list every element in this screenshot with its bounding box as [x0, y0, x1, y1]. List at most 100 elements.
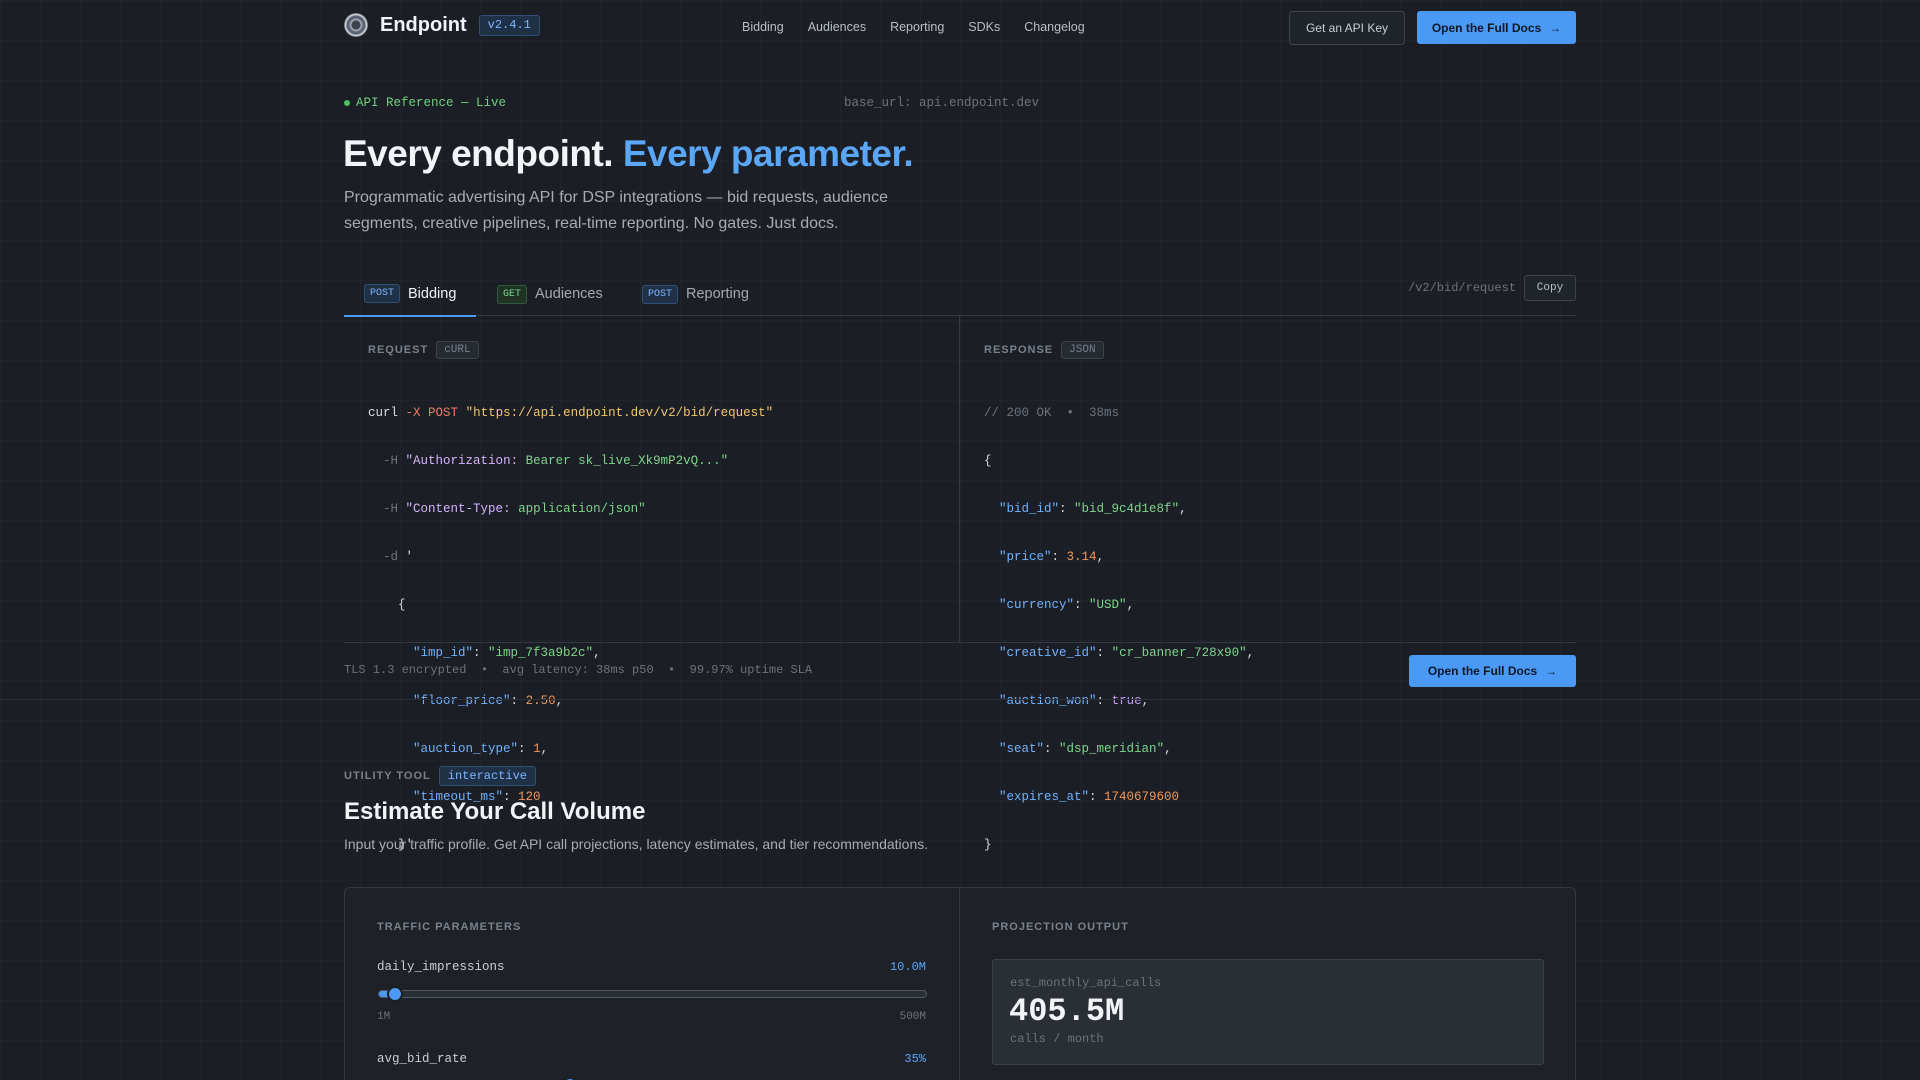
section-title: Estimate Your Call Volume: [344, 798, 646, 825]
code-line: {: [984, 449, 1254, 473]
projection-value: 405.5M: [1009, 993, 1125, 1030]
section-divider: [0, 699, 1920, 700]
json-value: 1: [533, 742, 541, 756]
code-token: "https://api.endpoint.dev/v2/bid/request…: [465, 406, 774, 420]
endpoint-path: /v2/bid/request: [1408, 281, 1517, 295]
projection-card: est_monthly_api_calls 405.5M calls / mon…: [992, 959, 1544, 1065]
code-line: "currency": "USD",: [999, 598, 1135, 612]
tab-bidding[interactable]: POST Bidding: [344, 272, 477, 317]
param-value: 10.0M: [889, 960, 926, 974]
call-volume-calculator: TRAFFIC PARAMETERS daily_impressions 10.…: [344, 887, 1576, 1080]
projection-unit: calls / month: [1010, 1032, 1104, 1046]
json-key: "auction_won": [999, 694, 1097, 708]
nav-link-bidding[interactable]: Bidding: [742, 20, 784, 34]
code-token: }: [984, 838, 992, 852]
response-status-comment: // 200 OK • 38ms: [984, 406, 1120, 420]
param-name: daily_impressions: [377, 960, 505, 974]
copy-button[interactable]: Copy: [1524, 275, 1576, 301]
top-nav: Endpoint v2.4.1 Bidding Audiences Report…: [0, 0, 1920, 56]
panel-bottom-divider: [344, 642, 1576, 643]
code-token: ,: [1096, 550, 1105, 564]
code-line: }: [984, 833, 1254, 857]
code-token: -H: [383, 502, 399, 516]
code-token: -d: [383, 550, 399, 564]
tab-reporting[interactable]: POST Reporting: [622, 272, 769, 316]
tab-label: Reporting: [686, 286, 749, 302]
nav-link-reporting[interactable]: Reporting: [890, 20, 944, 34]
brand-name: Endpoint: [380, 13, 467, 36]
tab-label: Bidding: [408, 285, 457, 302]
json-value: "cr_banner_728x90": [1111, 646, 1247, 660]
open-docs-label: Open the Full Docs: [1427, 664, 1538, 678]
json-key: "price": [999, 550, 1052, 564]
code-token: {: [398, 598, 406, 612]
code-line: -H "Authorization: Bearer sk_live_Xk9mP2…: [368, 449, 773, 473]
tab-label: Audiences: [535, 286, 603, 302]
security-info: TLS 1.3 encrypted • avg latency: 38ms p5…: [344, 663, 813, 677]
request-label: REQUEST cURL: [368, 341, 479, 359]
code-line: "auction_type": 1,: [413, 742, 549, 756]
json-key: "creative_id": [999, 646, 1097, 660]
json-value: 3.14: [1066, 550, 1097, 564]
json-value: "dsp_meridian": [1059, 742, 1165, 756]
get-api-key-button[interactable]: Get an API Key: [1289, 11, 1405, 45]
response-label-text: RESPONSE: [984, 344, 1054, 356]
slider-min-label: 1M: [377, 1011, 391, 1023]
code-line: -H "Content-Type: application/json": [368, 497, 773, 521]
request-label-text: REQUEST: [368, 344, 429, 356]
daily-impressions-slider[interactable]: [378, 986, 927, 1002]
version-badge: v2.4.1: [478, 14, 540, 36]
open-docs-button[interactable]: Open the Full Docs →: [1417, 11, 1576, 44]
slider-max-label: 500M: [899, 1011, 926, 1023]
arrow-right-icon: →: [1545, 664, 1558, 678]
nav-links: Bidding Audiences Reporting SDKs Changel…: [742, 20, 1085, 34]
code-token: ,: [593, 646, 601, 660]
nav-link-audiences[interactable]: Audiences: [808, 20, 866, 34]
interactive-tag: interactive: [438, 766, 536, 786]
json-key: "imp_id": [413, 646, 474, 660]
method-badge: POST: [364, 284, 401, 303]
code-token: ,: [1179, 502, 1187, 516]
code-line: "seat": "dsp_meridian",: [999, 742, 1172, 756]
code-line: "auction_won": true,: [999, 694, 1150, 708]
json-key: "currency": [999, 598, 1075, 612]
response-format-tag: JSON: [1061, 341, 1104, 359]
json-value: 2.50: [525, 694, 556, 708]
code-line: {: [368, 593, 773, 617]
logo-icon: [344, 13, 368, 37]
code-line: "floor_price": 2.50,: [413, 694, 564, 708]
response-code: // 200 OK • 38ms { "bid_id": "bid_9c4d1e…: [984, 377, 1254, 881]
code-token: ': [405, 550, 414, 564]
code-token: ,: [1164, 742, 1172, 756]
section-subtitle: Input your traffic profile. Get API call…: [344, 836, 929, 852]
output-heading: PROJECTION OUTPUT: [992, 921, 1129, 933]
json-key: "bid_id": [999, 502, 1060, 516]
utility-label-text: UTILITY TOOL: [344, 770, 431, 782]
code-line: curl -X POST "https://api.endpoint.dev/v…: [368, 401, 773, 425]
json-value: true: [1111, 694, 1142, 708]
response-label: RESPONSE JSON: [984, 341, 1104, 359]
code-token: "Authorization:: [405, 454, 519, 468]
projection-label: est_monthly_api_calls: [1010, 976, 1162, 990]
slider-thumb[interactable]: [387, 986, 404, 1002]
json-value: "bid_9c4d1e8f": [1074, 502, 1180, 516]
code-line: "creative_id": "cr_banner_728x90",: [999, 646, 1255, 660]
code-token: "Content-Type:: [405, 502, 511, 516]
base-url: base_url: api.endpoint.dev: [844, 96, 1040, 110]
open-docs-footer-button[interactable]: Open the Full Docs →: [1409, 655, 1576, 687]
brand[interactable]: Endpoint v2.4.1: [344, 13, 540, 37]
code-token: ,: [555, 694, 564, 708]
live-dot-icon: [344, 100, 350, 106]
nav-link-sdks[interactable]: SDKs: [968, 20, 1000, 34]
api-status: API Reference — Live: [344, 96, 506, 110]
title-highlight: Every parameter.: [622, 133, 914, 174]
code-token: ,: [1126, 598, 1135, 612]
panel-divider: [959, 316, 960, 642]
code-line: "expires_at": 1740679600: [999, 790, 1180, 804]
tab-audiences[interactable]: GET Audiences: [477, 272, 623, 316]
nav-link-changelog[interactable]: Changelog: [1024, 20, 1084, 34]
api-status-text: API Reference — Live: [356, 96, 507, 110]
code-token: {: [984, 454, 992, 468]
code-token: -H: [383, 454, 399, 468]
title-primary: Every endpoint.: [343, 133, 614, 174]
